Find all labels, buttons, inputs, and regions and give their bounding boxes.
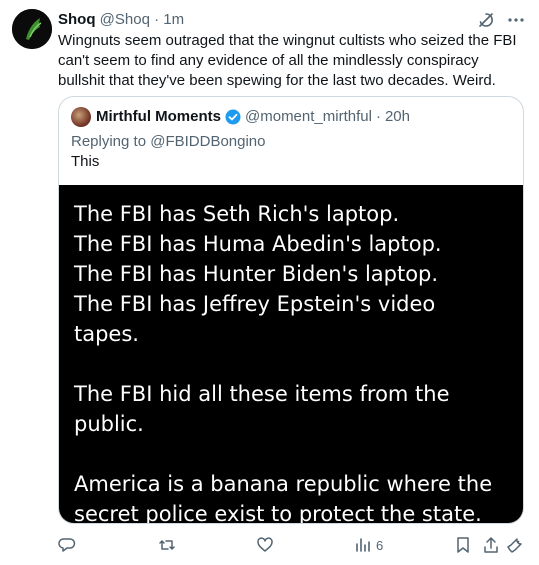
bookmark-icon (457, 537, 469, 553)
grok-icon[interactable] (477, 11, 495, 29)
bookmark-button[interactable] (454, 534, 472, 556)
views-button[interactable]: 6 (354, 534, 383, 556)
author-name[interactable]: Shoq (58, 11, 96, 28)
quoted-tweet-time[interactable]: 20h (385, 107, 410, 127)
views-icon (356, 538, 370, 552)
tweet-header-actions (477, 10, 525, 30)
tweet-actions: 6 (54, 534, 529, 556)
more-icon[interactable] (507, 11, 525, 29)
author-avatar[interactable] (12, 9, 52, 49)
promote-icon (507, 538, 522, 553)
quoted-tweet-image[interactable]: The FBI has Seth Rich's laptop. The FBI … (59, 185, 523, 523)
tweet-header: Shoq @Shoq · 1m (58, 10, 527, 30)
views-count: 6 (376, 537, 384, 553)
reply-icon (58, 538, 76, 552)
verified-icon (225, 109, 241, 125)
like-button[interactable] (256, 534, 274, 556)
author-handle[interactable]: @Shoq (100, 11, 150, 28)
quoted-author-avatar[interactable] (71, 107, 91, 127)
quoted-author-handle[interactable]: @moment_mirthful (245, 107, 372, 127)
share-icon (484, 537, 498, 553)
quoted-author-name[interactable]: Mirthful Moments (96, 107, 221, 127)
image-text: The FBI has Seth Rich's laptop. The FBI … (74, 202, 493, 523)
tweet[interactable]: Shoq @Shoq · 1m Wingnuts seem outraged t… (0, 0, 539, 565)
promote-button[interactable] (506, 534, 524, 556)
tweet-text: Wingnuts seem outraged that the wingnut … (58, 32, 517, 89)
share-button[interactable] (482, 534, 500, 556)
like-icon (257, 537, 273, 552)
retweet-icon (159, 540, 175, 550)
quoted-tweet-header: Mirthful Moments @moment_mirthful · 20h (71, 107, 410, 127)
replying-to[interactable]: Replying to @FBIDDBongino (71, 132, 266, 152)
tweet-time[interactable]: 1m (163, 11, 184, 28)
separator: · (154, 11, 160, 28)
quoted-tweet[interactable]: Mirthful Moments @moment_mirthful · 20h … (58, 96, 524, 524)
retweet-button[interactable] (158, 534, 176, 556)
quoted-tweet-text: This (71, 153, 100, 170)
separator: · (375, 108, 381, 125)
reply-button[interactable] (58, 534, 76, 556)
